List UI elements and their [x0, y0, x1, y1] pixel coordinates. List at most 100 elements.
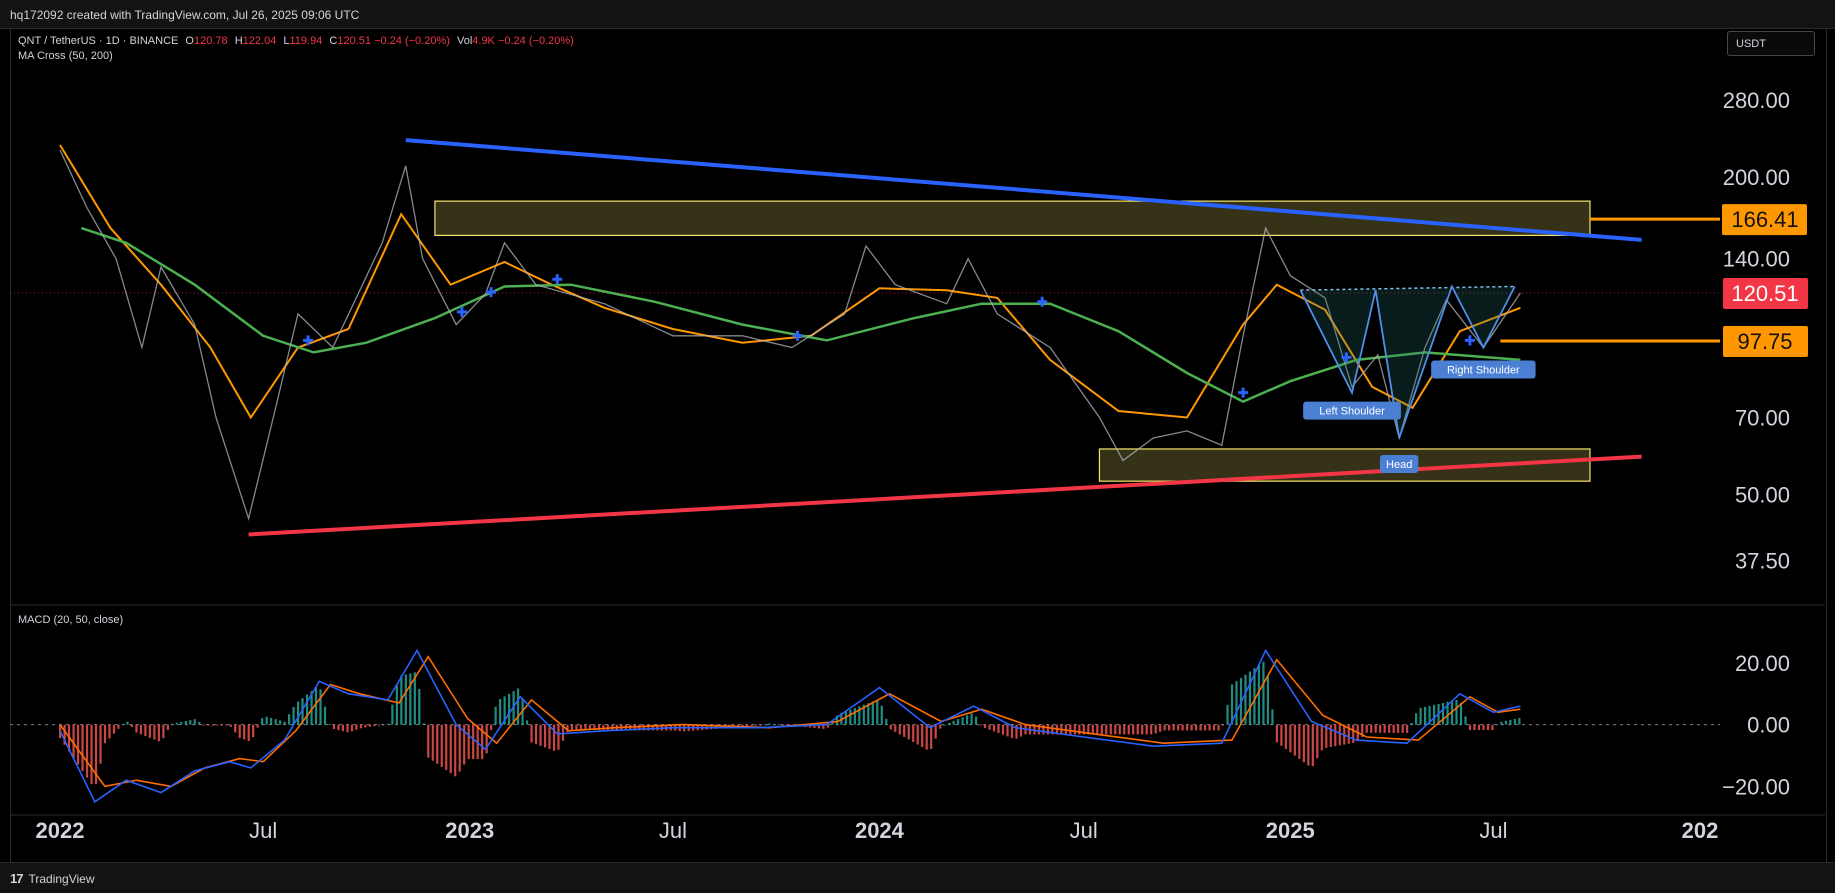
- macd-histogram-bar: [750, 724, 753, 727]
- macd-histogram-bar: [1172, 724, 1175, 731]
- macd-histogram-bar: [368, 724, 372, 727]
- macd-histogram-bar: [781, 724, 785, 726]
- price-chart[interactable]: Left Shoulder Head Right Shoulder 280.00 20…: [0, 0, 1835, 892]
- macd-histogram-bar: [157, 724, 160, 742]
- macd-histogram-bar: [139, 724, 143, 735]
- macd-histogram-bar: [1293, 724, 1296, 756]
- price-axis-label: 70.00: [1735, 405, 1790, 430]
- macd-histogram-bar: [912, 724, 915, 743]
- macd-histogram-bar: [1459, 702, 1463, 725]
- macd-histogram-bar: [1280, 724, 1283, 746]
- macd-histogram-bar: [1257, 664, 1261, 725]
- macd-histogram-bar: [287, 714, 291, 725]
- macd-histogram-bar: [983, 724, 987, 729]
- macd-histogram-bar: [759, 724, 762, 726]
- macd-histogram-bar: [395, 685, 398, 725]
- macd-histogram-bar: [849, 709, 852, 725]
- macd-line: [59, 648, 1521, 803]
- macd-histogram-bar: [876, 699, 879, 725]
- macd-histogram-bar: [1415, 713, 1418, 725]
- time-axis-label: 2023: [445, 818, 494, 843]
- macd-axis-label: −20.00: [1722, 774, 1790, 799]
- macd-histogram-bar: [319, 689, 322, 725]
- pattern-label: Right Shoulder: [1447, 365, 1520, 377]
- macd-histogram-bar: [1275, 724, 1279, 743]
- macd-histogram-bar: [539, 724, 542, 746]
- macd-histogram-bar: [436, 724, 439, 764]
- macd-histogram-bar: [939, 724, 942, 729]
- macd-histogram-bar: [252, 724, 255, 738]
- time-axis-label: Jul: [1070, 818, 1098, 843]
- macd-histogram-bar: [1316, 724, 1319, 759]
- macd-histogram-bar: [180, 721, 183, 725]
- macd-histogram-bar: [885, 718, 888, 725]
- macd-histogram-bar: [305, 694, 309, 725]
- macd-histogram-bar: [1235, 681, 1238, 725]
- macd-histogram-bar: [391, 704, 394, 725]
- macd-histogram-bar: [1495, 724, 1499, 726]
- macd-histogram-bar: [494, 706, 497, 725]
- bottom-bar: 17 TradingView: [0, 862, 1835, 893]
- macd-histogram-bar: [382, 724, 385, 726]
- macd-histogram-bar: [948, 722, 951, 725]
- macd-histogram-bar: [1284, 724, 1287, 749]
- macd-histogram-bar: [1145, 724, 1148, 735]
- macd-histogram-bar: [894, 724, 897, 732]
- macd-histogram-bar: [1289, 724, 1292, 753]
- macd-histogram-bar: [1379, 724, 1382, 733]
- macd-histogram-bar: [1441, 702, 1445, 725]
- macd-histogram-bar: [853, 708, 856, 725]
- macd-axis-label: 20.00: [1735, 651, 1790, 676]
- macd-histogram-bar: [1186, 724, 1189, 731]
- zone-resistance: [434, 200, 1591, 236]
- macd-histogram-bar: [777, 724, 780, 726]
- macd-histogram-bar: [1352, 724, 1355, 743]
- time-axis-label: Jul: [1479, 818, 1507, 843]
- macd-histogram-bar: [1266, 676, 1270, 725]
- tv-mark-icon: 17: [10, 871, 24, 886]
- macd-histogram-bar: [270, 717, 273, 725]
- macd-histogram-bar: [1154, 724, 1157, 734]
- macd-histogram-bar: [499, 698, 502, 725]
- macd-histogram-bar: [516, 688, 520, 725]
- macd-histogram-bar: [1298, 724, 1301, 759]
- macd-axis-label: 0.00: [1747, 713, 1790, 738]
- macd-histogram-bar: [130, 724, 134, 728]
- macd-histogram-bar: [256, 724, 259, 728]
- macd-histogram-bar: [1307, 724, 1310, 766]
- macd-histogram-bar: [1118, 724, 1121, 735]
- macd-histogram-bar: [103, 724, 107, 744]
- macd-histogram-bar: [1208, 724, 1211, 731]
- macd-histogram-bar: [903, 724, 906, 737]
- macd-histogram-bar: [1181, 724, 1184, 731]
- macd-histogram-bar: [364, 724, 367, 728]
- tradingview-logo[interactable]: 17 TradingView: [10, 871, 95, 886]
- macd-histogram-bar: [1388, 724, 1391, 733]
- macd-histogram-bar: [148, 724, 152, 738]
- macd-histogram-bar: [296, 701, 300, 725]
- ma-cross-marker: [1037, 296, 1048, 307]
- macd-histogram-bar: [1365, 724, 1368, 733]
- macd-histogram-bar: [1150, 724, 1153, 735]
- macd-histogram-bar: [162, 724, 165, 739]
- macd-histogram-bar: [1123, 724, 1126, 735]
- macd-histogram-bar: [1477, 724, 1481, 731]
- macd-histogram-bar: [1100, 724, 1103, 735]
- macd-histogram-bar: [1500, 721, 1503, 725]
- macd-histogram-bar: [1374, 724, 1377, 733]
- macd-histogram-bar: [440, 724, 443, 767]
- time-axis-label: 2025: [1266, 818, 1315, 843]
- macd-histogram-bar: [1194, 724, 1198, 731]
- macd-histogram-bar: [1419, 707, 1422, 725]
- price-axis-label: 200.00: [1723, 165, 1790, 190]
- macd-histogram-bar: [1177, 724, 1180, 731]
- macd-histogram-bar: [570, 724, 574, 730]
- macd-histogram-bar: [1370, 724, 1373, 733]
- macd-histogram-bar: [355, 724, 358, 730]
- macd-histogram-bar: [1401, 724, 1404, 733]
- macd-histogram-bar: [427, 724, 430, 758]
- macd-histogram-bar: [543, 724, 547, 748]
- macd-histogram-bar: [112, 724, 116, 734]
- macd-histogram-bar: [1320, 724, 1323, 751]
- macd-histogram-bar: [332, 724, 336, 730]
